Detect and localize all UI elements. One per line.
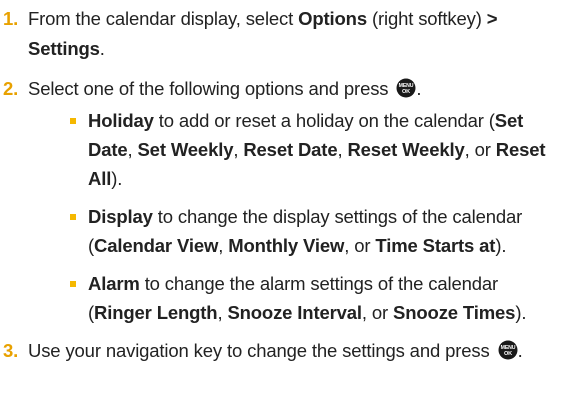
menu-key-bottom-label: OK (402, 89, 410, 95)
text-run: , or (361, 302, 394, 323)
step-1: 1. From the calendar display, select Opt… (0, 4, 572, 64)
text-run: , or (344, 235, 376, 256)
option-holiday: Holiday to add or reset a holiday on the… (28, 106, 572, 193)
bold-term: Calendar View (94, 235, 219, 256)
text-run: , or (464, 139, 496, 160)
step-number: 1. (3, 8, 19, 29)
step-number: 2. (3, 78, 19, 99)
text-run: to add or reset a holiday on the calenda… (153, 110, 495, 131)
menu-ok-key-icon: MENU OK (396, 78, 416, 98)
bold-term: Snooze Times (393, 302, 516, 323)
text-run: (right softkey) (366, 8, 487, 29)
option-alarm-text: Alarm to change the alarm settings of th… (88, 273, 526, 323)
text-run: , (217, 302, 228, 323)
option-display: Display to change the display settings o… (28, 202, 572, 260)
menu-ok-key-icon: MENU OK (498, 340, 518, 360)
text-run: ). (515, 302, 527, 323)
bold-term: Alarm (88, 273, 140, 294)
text-run: From the calendar display, select (28, 8, 299, 29)
bold-term: Set Weekly (137, 139, 234, 160)
step-3-text: Use your navigation key to change the se… (28, 340, 495, 361)
step-1-text: From the calendar display, select Option… (28, 8, 498, 59)
bullet-marker (70, 281, 76, 287)
text-run: Use your navigation key to change the se… (28, 340, 495, 361)
step-2: 2. Select one of the following options a… (0, 74, 572, 327)
text-run: , (337, 139, 348, 160)
bold-term: Reset Weekly (347, 139, 465, 160)
menu-key-bottom-label: OK (504, 351, 512, 357)
bold-term: Ringer Length (94, 302, 218, 323)
text-run: ). (495, 235, 507, 256)
bold-term: Reset Date (243, 139, 338, 160)
bullet-marker (70, 118, 76, 124)
bold-term: Time Starts at (375, 235, 496, 256)
option-alarm: Alarm to change the alarm settings of th… (28, 269, 572, 327)
step-3-trailing: . (517, 340, 523, 361)
bold-term: Options (298, 8, 367, 29)
bullet-marker (70, 214, 76, 220)
text-run: , (218, 235, 229, 256)
bold-term: Monthly View (228, 235, 345, 256)
step-2-text: Select one of the following options and … (28, 78, 393, 99)
option-list: Holiday to add or reset a holiday on the… (28, 106, 572, 327)
text-run: , (127, 139, 138, 160)
option-display-text: Display to change the display settings o… (88, 206, 522, 256)
option-holiday-text: Holiday to add or reset a holiday on the… (88, 110, 546, 189)
bold-term: Snooze Interval (227, 302, 362, 323)
bold-term: Holiday (88, 110, 154, 131)
instruction-page: 1. From the calendar display, select Opt… (0, 0, 572, 406)
step-3: 3. Use your navigation key to change the… (0, 336, 572, 366)
bold-term: Display (88, 206, 153, 227)
step-2-trailing: . (416, 78, 422, 99)
text-run: ). (111, 168, 123, 189)
text-run: , (233, 139, 244, 160)
step-number: 3. (3, 340, 19, 361)
text-run: . (99, 38, 105, 59)
text-run: Select one of the following options and … (28, 78, 394, 99)
